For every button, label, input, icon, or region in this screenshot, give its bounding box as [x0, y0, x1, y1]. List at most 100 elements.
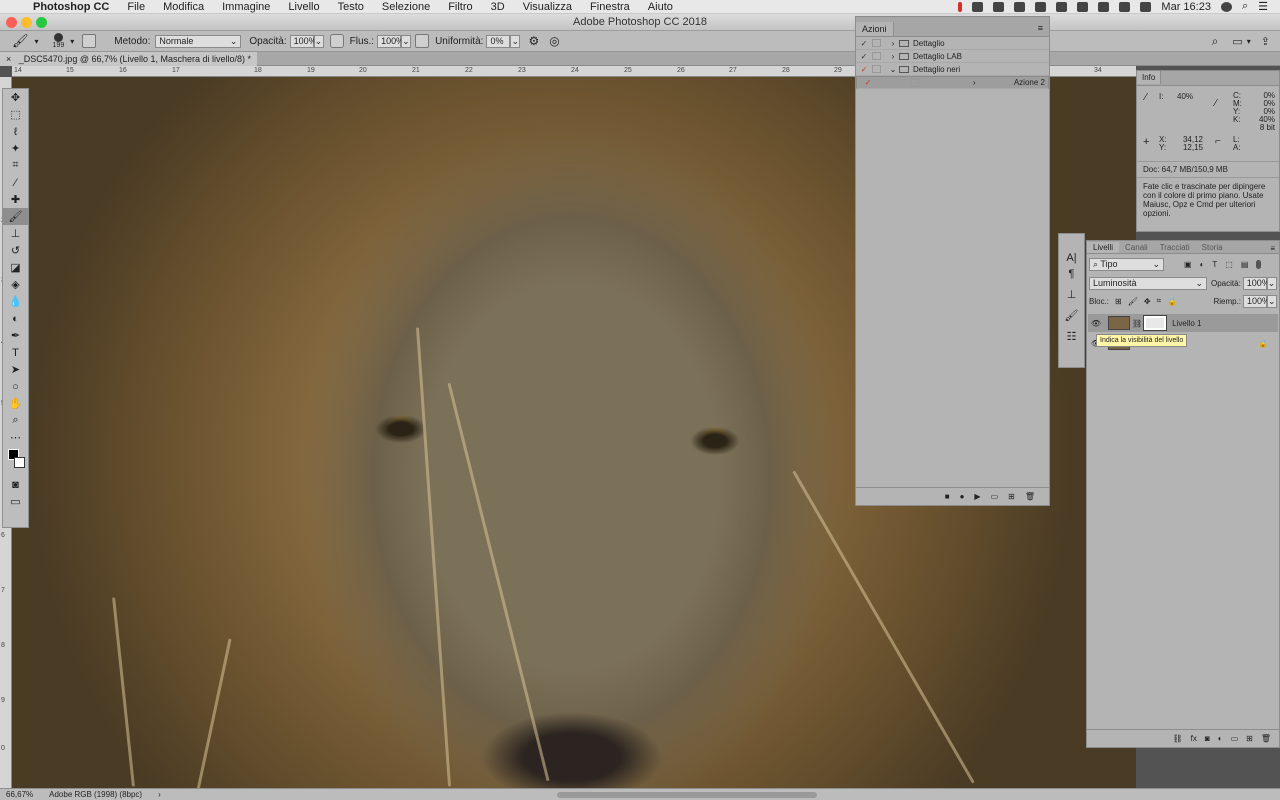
fill-dropdown[interactable]: ⌄ — [1267, 294, 1277, 308]
fill-input[interactable]: 100% — [1243, 294, 1270, 308]
horizontal-scrollbar[interactable] — [556, 791, 817, 798]
document-tab[interactable]: × _DSC5470.jpg @ 66,7% (Livello 1, Masch… — [0, 52, 258, 66]
trash-icon[interactable]: 🗑 — [1261, 734, 1271, 743]
pressure-opacity-icon[interactable] — [329, 34, 344, 48]
expand-arrow-icon[interactable]: › — [887, 39, 899, 48]
tab-canali[interactable]: Canali — [1119, 242, 1154, 253]
new-layer-icon[interactable]: ⊞ — [1246, 734, 1253, 743]
flow-dropdown[interactable]: ⌄ — [401, 34, 412, 48]
status-menu-arrow-icon[interactable]: › — [158, 790, 161, 799]
expand-arrow-icon[interactable]: › — [968, 78, 980, 87]
adjustment-filter-icon[interactable]: ◐ — [1200, 260, 1205, 269]
history-brush-tool-icon[interactable]: ↺ — [3, 242, 28, 259]
chain-link-icon[interactable]: ⛓ — [1132, 319, 1142, 328]
zoom-tool-icon[interactable]: ⌕ — [3, 412, 28, 429]
path-selection-tool-icon[interactable]: ➤ — [3, 361, 28, 378]
eraser-tool-icon[interactable]: ◪ — [3, 259, 28, 276]
paragraph-panel-icon[interactable]: ¶ — [1059, 268, 1084, 280]
skype-icon[interactable] — [993, 1, 1005, 12]
action-set-row[interactable]: ✓ ⌄ Dettaglio neri — [856, 63, 1049, 76]
brush-settings-icon[interactable]: 🖌 — [1059, 309, 1084, 322]
flow-input[interactable]: 100% — [377, 34, 404, 48]
close-window-icon[interactable] — [6, 17, 17, 28]
menu-selezione[interactable]: Selezione — [373, 1, 439, 13]
battery-icon[interactable] — [1140, 1, 1152, 12]
menu-immagine[interactable]: Immagine — [213, 1, 279, 13]
minimize-window-icon[interactable] — [21, 17, 32, 28]
menu-livello[interactable]: Livello — [279, 1, 328, 13]
lock-all-icon[interactable]: 🔒 — [1167, 297, 1177, 306]
tab-azioni[interactable]: Azioni — [856, 22, 894, 36]
lock-position-icon[interactable]: ✥ — [1144, 297, 1151, 306]
trash-icon[interactable]: 🗑 — [1025, 492, 1035, 501]
tab-info[interactable]: Info — [1137, 71, 1162, 84]
paint-bucket-tool-icon[interactable]: ◈ — [3, 276, 28, 293]
action-set-row[interactable]: ✓ › Dettaglio LAB — [856, 50, 1049, 63]
smoothing-dropdown[interactable]: ⌄ — [510, 34, 521, 48]
type-tool-icon[interactable]: T — [3, 344, 28, 361]
clone-source-icon[interactable]: ⊥ — [1059, 288, 1084, 301]
close-tab-icon[interactable]: × — [6, 54, 11, 64]
link-icon[interactable]: ⛓ — [1173, 734, 1183, 743]
brush-tool-icon[interactable]: 🖌 — [3, 208, 28, 225]
move-tool-icon[interactable]: ✥ — [3, 89, 28, 106]
quick-mask-icon[interactable]: ◙ — [3, 476, 28, 493]
record-icon[interactable] — [958, 1, 963, 12]
stop-icon[interactable]: ■ — [945, 492, 950, 501]
menubar-clock[interactable]: Mar 16:23 — [1161, 1, 1211, 13]
brush-panel-toggle-icon[interactable] — [82, 34, 97, 48]
collapse-arrow-icon[interactable]: ⌄ — [887, 65, 899, 74]
method-select[interactable]: Normale ⌄ — [155, 34, 242, 48]
properties-icon[interactable]: ☷ — [1059, 330, 1084, 343]
app-status-icon[interactable] — [972, 1, 984, 12]
mask-icon[interactable]: ◙ — [1205, 734, 1210, 743]
smart-object-filter-icon[interactable]: ▤ — [1241, 260, 1249, 269]
type-filter-icon[interactable]: T — [1212, 260, 1217, 269]
adjustment-icon[interactable]: ◐ — [1218, 734, 1223, 743]
menu-testo[interactable]: Testo — [329, 1, 373, 13]
dialog-toggle-box[interactable] — [872, 39, 881, 47]
brush-tool-preset-icon[interactable]: 🖌 — [12, 33, 29, 49]
record-icon[interactable]: ● — [960, 492, 965, 501]
hand-tool-icon[interactable]: ✋ — [3, 395, 28, 412]
wifi-icon[interactable] — [1098, 1, 1110, 12]
action-toggle-checkmark[interactable]: ✓ — [856, 52, 872, 61]
menu-aiuto[interactable]: Aiuto — [639, 1, 682, 13]
layer-filter-select[interactable]: ⌕ Tipo ⌄ — [1089, 257, 1164, 271]
menu-filtro[interactable]: Filtro — [439, 1, 481, 13]
shape-filter-icon[interactable]: ⬚ — [1225, 260, 1233, 269]
menu-3d[interactable]: 3D — [482, 1, 514, 13]
volume-icon[interactable] — [1119, 1, 1131, 12]
time-machine-icon[interactable] — [1056, 1, 1068, 12]
color-swatches[interactable] — [3, 446, 28, 476]
healing-brush-tool-icon[interactable]: ✚ — [3, 191, 28, 208]
pixel-filter-icon[interactable]: ▣ — [1184, 260, 1192, 269]
new-set-folder-icon[interactable]: ▭ — [991, 492, 999, 501]
action-set-row[interactable]: ✓ › Dettaglio — [856, 37, 1049, 50]
menu-app[interactable]: Photoshop CC — [24, 1, 118, 13]
workspace-dropdown-icon[interactable]: ▾ — [1247, 37, 1251, 46]
lock-pixels-icon[interactable]: 🖌 — [1128, 297, 1138, 306]
opacity-input[interactable]: 100% — [289, 34, 317, 48]
lasso-tool-icon[interactable]: ℓ — [3, 123, 28, 140]
menu-modifica[interactable]: Modifica — [154, 1, 213, 13]
creative-cloud-icon[interactable] — [1014, 1, 1026, 12]
layer-opacity-input[interactable]: 100% — [1242, 276, 1270, 290]
play-icon[interactable]: ▶ — [974, 492, 980, 501]
dialog-toggle-box[interactable] — [909, 78, 919, 87]
magic-wand-tool-icon[interactable]: ✦ — [3, 140, 28, 157]
menu-visualizza[interactable]: Visualizza — [514, 1, 581, 13]
character-panel-icon[interactable]: A| — [1059, 252, 1084, 264]
visibility-eye-icon[interactable]: 👁 — [1088, 319, 1104, 328]
workspace-icon[interactable]: ▭ — [1232, 35, 1242, 48]
action-toggle-checkmark[interactable]: ✓ — [856, 39, 872, 48]
opacity-dropdown[interactable]: ⌄ — [313, 34, 324, 48]
layer-row-livello-1[interactable]: 👁 ⛓ Livello 1 — [1088, 314, 1278, 332]
pressure-size-icon[interactable]: ◎ — [549, 34, 559, 48]
dialog-toggle-box[interactable] — [872, 52, 881, 60]
zoom-level[interactable]: 66,67% — [6, 790, 33, 799]
crop-tool-icon[interactable]: ⌗ — [3, 157, 28, 174]
ellipse-tool-icon[interactable]: ○ — [3, 378, 28, 395]
menu-finestra[interactable]: Finestra — [581, 1, 639, 13]
layer-opacity-dropdown[interactable]: ⌄ — [1266, 276, 1277, 290]
